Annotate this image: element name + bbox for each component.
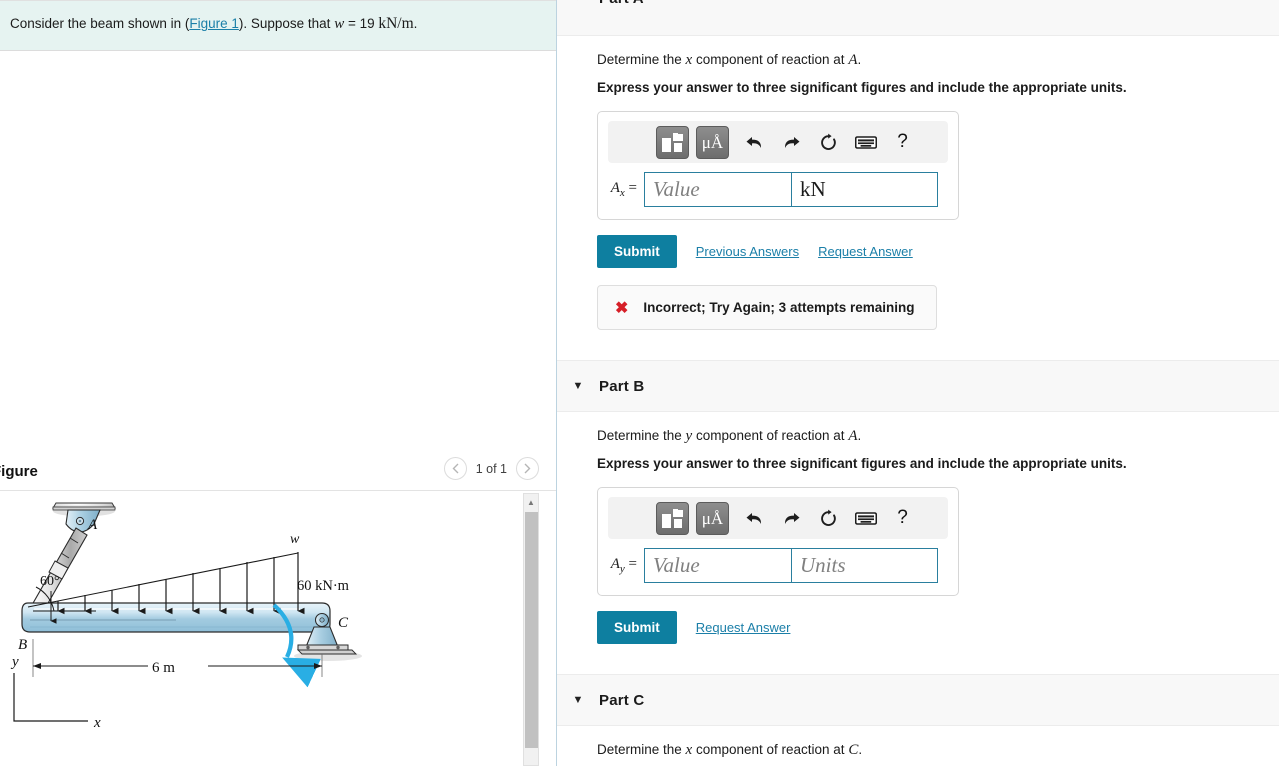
part-a-body: Determine the x component of reaction at… xyxy=(557,36,1279,360)
axis-label-y: y xyxy=(10,654,19,670)
figure-scrollbar[interactable]: ▲ xyxy=(523,493,539,766)
part-a-actions: Submit Previous Answers Request Answer xyxy=(597,235,1279,268)
problem-statement: Consider the beam shown in (Figure 1). S… xyxy=(0,0,556,51)
figure-panel: Consider the beam shown in (Figure 1). S… xyxy=(0,0,557,766)
part-a-value-input[interactable]: Value xyxy=(644,172,792,207)
load-label-w: w xyxy=(290,532,300,547)
part-a-feedback: ✖ Incorrect; Try Again; 3 attempts remai… xyxy=(597,285,937,330)
undo-arrow-icon[interactable] xyxy=(736,503,773,533)
part-b-value-input[interactable]: Value xyxy=(644,548,792,583)
figure-prev-button[interactable] xyxy=(443,457,467,480)
problem-equals: = 19 xyxy=(344,16,379,31)
math-template-icon[interactable] xyxy=(656,125,689,159)
undo-arrow-icon[interactable] xyxy=(736,127,773,157)
part-b-value-placeholder: Value xyxy=(653,553,700,577)
part-b-equation-row: Ay = Value Units xyxy=(608,548,948,583)
dimension-label-6m: 6 m xyxy=(152,660,175,676)
part-b-header[interactable]: ▼ Part B xyxy=(557,360,1279,412)
part-b-variable-label: Ay = xyxy=(610,556,637,575)
redo-arrow-icon[interactable] xyxy=(773,127,810,157)
problem-text-before: Consider the beam shown in ( xyxy=(10,16,190,31)
part-b-prompt: Determine the y component of reaction at… xyxy=(597,428,862,444)
problem-unit: kN/m xyxy=(378,15,414,32)
part-c-body: Determine the x component of reaction at… xyxy=(557,726,1279,766)
part-b-label: Part B xyxy=(599,377,645,395)
part-a-units-value: kN xyxy=(800,177,826,201)
figure-viewport: w 60° 60 kN·m A B C 6 m y x xyxy=(0,490,556,766)
chevron-right-icon xyxy=(524,463,531,474)
part-c-header[interactable]: ▼ Part C xyxy=(557,674,1279,726)
figure-next-button[interactable] xyxy=(516,457,539,480)
caret-down-icon: ▼ xyxy=(572,380,584,392)
figure-pager: 1 of 1 xyxy=(443,457,539,480)
figure-page-indicator: 1 of 1 xyxy=(475,461,507,476)
label-c: C xyxy=(338,615,349,631)
label-a: A xyxy=(87,517,98,533)
part-b-request-answer-link[interactable]: Request Answer xyxy=(696,620,791,635)
part-a-previous-answers-link[interactable]: Previous Answers xyxy=(696,244,799,259)
part-a-equation-row: Ax = Value kN xyxy=(608,172,948,207)
micro-angstrom-units-icon[interactable]: μÅ xyxy=(696,125,729,159)
chevron-left-icon xyxy=(452,463,459,474)
part-a-variable-label: Ax = xyxy=(610,180,637,199)
part-c-prompt: Determine the x component of reaction at… xyxy=(597,742,863,758)
reset-circle-icon[interactable] xyxy=(810,127,847,157)
keyboard-icon[interactable] xyxy=(847,503,884,533)
part-a-submit-button[interactable]: Submit xyxy=(597,235,677,268)
part-a-request-answer-link[interactable]: Request Answer xyxy=(818,244,913,259)
scrollbar-thumb[interactable] xyxy=(525,512,538,748)
problem-variable-w: w xyxy=(334,16,345,32)
problem-period: . xyxy=(413,16,418,31)
x-mark-icon: ✖ xyxy=(615,299,629,317)
beam-figure-diagram: w 60° 60 kN·m A B C 6 m y x xyxy=(10,502,362,731)
part-a-math-toolbar: μÅ ? xyxy=(608,121,948,163)
scroll-up-button[interactable]: ▲ xyxy=(524,494,538,510)
parts-panel: ▼ Part A Determine the x component of re… xyxy=(557,0,1279,766)
redo-arrow-icon[interactable] xyxy=(773,503,810,533)
part-a-prompt: Determine the x component of reaction at… xyxy=(597,52,862,68)
part-b-instruction: Express your answer to three significant… xyxy=(597,456,1127,471)
part-c-label: Part C xyxy=(599,691,645,709)
part-a-header[interactable]: ▼ Part A xyxy=(557,0,1279,36)
page-root: Consider the beam shown in (Figure 1). S… xyxy=(0,0,1279,766)
caret-down-icon: ▼ xyxy=(571,0,585,3)
part-b-body: Determine the y component of reaction at… xyxy=(557,412,1279,674)
question-mark-icon[interactable]: ? xyxy=(884,503,921,533)
figure-panel-title: Figure xyxy=(0,463,38,480)
part-b-units-input[interactable]: Units xyxy=(792,548,938,583)
axis-label-x: x xyxy=(93,715,101,731)
figure-header: Figure 1 of 1 xyxy=(0,455,556,488)
caret-down-icon: ▼ xyxy=(572,694,584,706)
micro-angstrom-units-icon[interactable]: μÅ xyxy=(696,501,729,535)
reset-circle-icon[interactable] xyxy=(810,503,847,533)
keyboard-icon[interactable] xyxy=(847,127,884,157)
part-a-value-placeholder: Value xyxy=(653,177,700,201)
question-mark-icon[interactable]: ? xyxy=(884,127,921,157)
part-a-answer-box: μÅ ? Ax = Value kN xyxy=(597,111,959,220)
part-a-label: Part A xyxy=(599,0,644,7)
part-b-answer-box: μÅ ? Ay = Value Units xyxy=(597,487,959,596)
moment-label: 60 kN·m xyxy=(297,578,350,594)
part-b-actions: Submit Request Answer xyxy=(597,611,1279,644)
part-b-submit-button[interactable]: Submit xyxy=(597,611,677,644)
problem-text-after: ). Suppose that xyxy=(238,16,335,31)
part-b-math-toolbar: μÅ ? xyxy=(608,497,948,539)
figure-1-link[interactable]: Figure 1 xyxy=(189,16,239,31)
label-b: B xyxy=(18,637,27,653)
part-a-units-input[interactable]: kN xyxy=(792,172,938,207)
part-a-feedback-text: Incorrect; Try Again; 3 attempts remaini… xyxy=(643,300,915,315)
part-a-instruction: Express your answer to three significant… xyxy=(597,80,1127,95)
angle-label-60: 60° xyxy=(40,574,60,589)
math-template-icon[interactable] xyxy=(656,501,689,535)
part-b-units-placeholder: Units xyxy=(800,553,846,577)
